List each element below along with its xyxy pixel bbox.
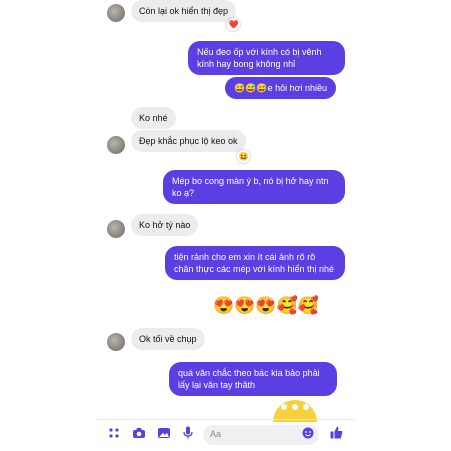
message-placeholder: Aa (210, 429, 222, 439)
message-incoming[interactable]: Ko nhé (131, 107, 176, 129)
message-outgoing[interactable]: tiện rảnh cho em xin ít cái ảnh rõ rõ ch… (165, 246, 345, 280)
chat-window: Còn lại ok hiển thị đẹp ❤️ Nếu đeo ốp vớ… (97, 0, 355, 451)
avatar[interactable] (107, 4, 125, 22)
avatar[interactable] (107, 136, 125, 154)
message-incoming[interactable]: Đẹp khắc phục lộ keo ok (131, 130, 246, 152)
divider (97, 419, 355, 420)
mic-icon[interactable] (179, 426, 197, 444)
like-icon[interactable] (327, 426, 345, 444)
message-incoming[interactable]: Ok tối về chụp (131, 328, 205, 350)
laugh-reaction-icon: 😆 (237, 150, 250, 163)
avatar[interactable] (107, 220, 125, 238)
message-outgoing[interactable]: 😅😅😅e hỏi hơi nhiều (225, 77, 337, 99)
emoji-message[interactable]: 😍😍😍🥰🥰 (213, 296, 319, 316)
message-incoming[interactable]: Còn lại ok hiển thị đẹp (131, 0, 237, 22)
message-incoming[interactable]: Ko hở tý nào (131, 214, 199, 236)
avatar[interactable] (107, 333, 125, 351)
message-outgoing[interactable]: quá văn chắc theo bác kia bảo phải lấy l… (169, 362, 337, 396)
message-input[interactable]: Aa (203, 425, 319, 445)
heart-reaction-icon: ❤️ (227, 18, 240, 31)
image-icon[interactable] (155, 426, 173, 444)
message-outgoing[interactable]: Nếu đeo ốp với kính có bị vênh kính hay … (188, 41, 345, 75)
more-icon[interactable] (105, 426, 123, 444)
emoji-icon[interactable] (302, 427, 314, 442)
camera-icon[interactable] (130, 426, 148, 444)
message-outgoing[interactable]: Mép bo cong màn ý b, nó bị hở hay ntn ko… (163, 170, 345, 204)
composer-bar: Aa (97, 422, 355, 448)
